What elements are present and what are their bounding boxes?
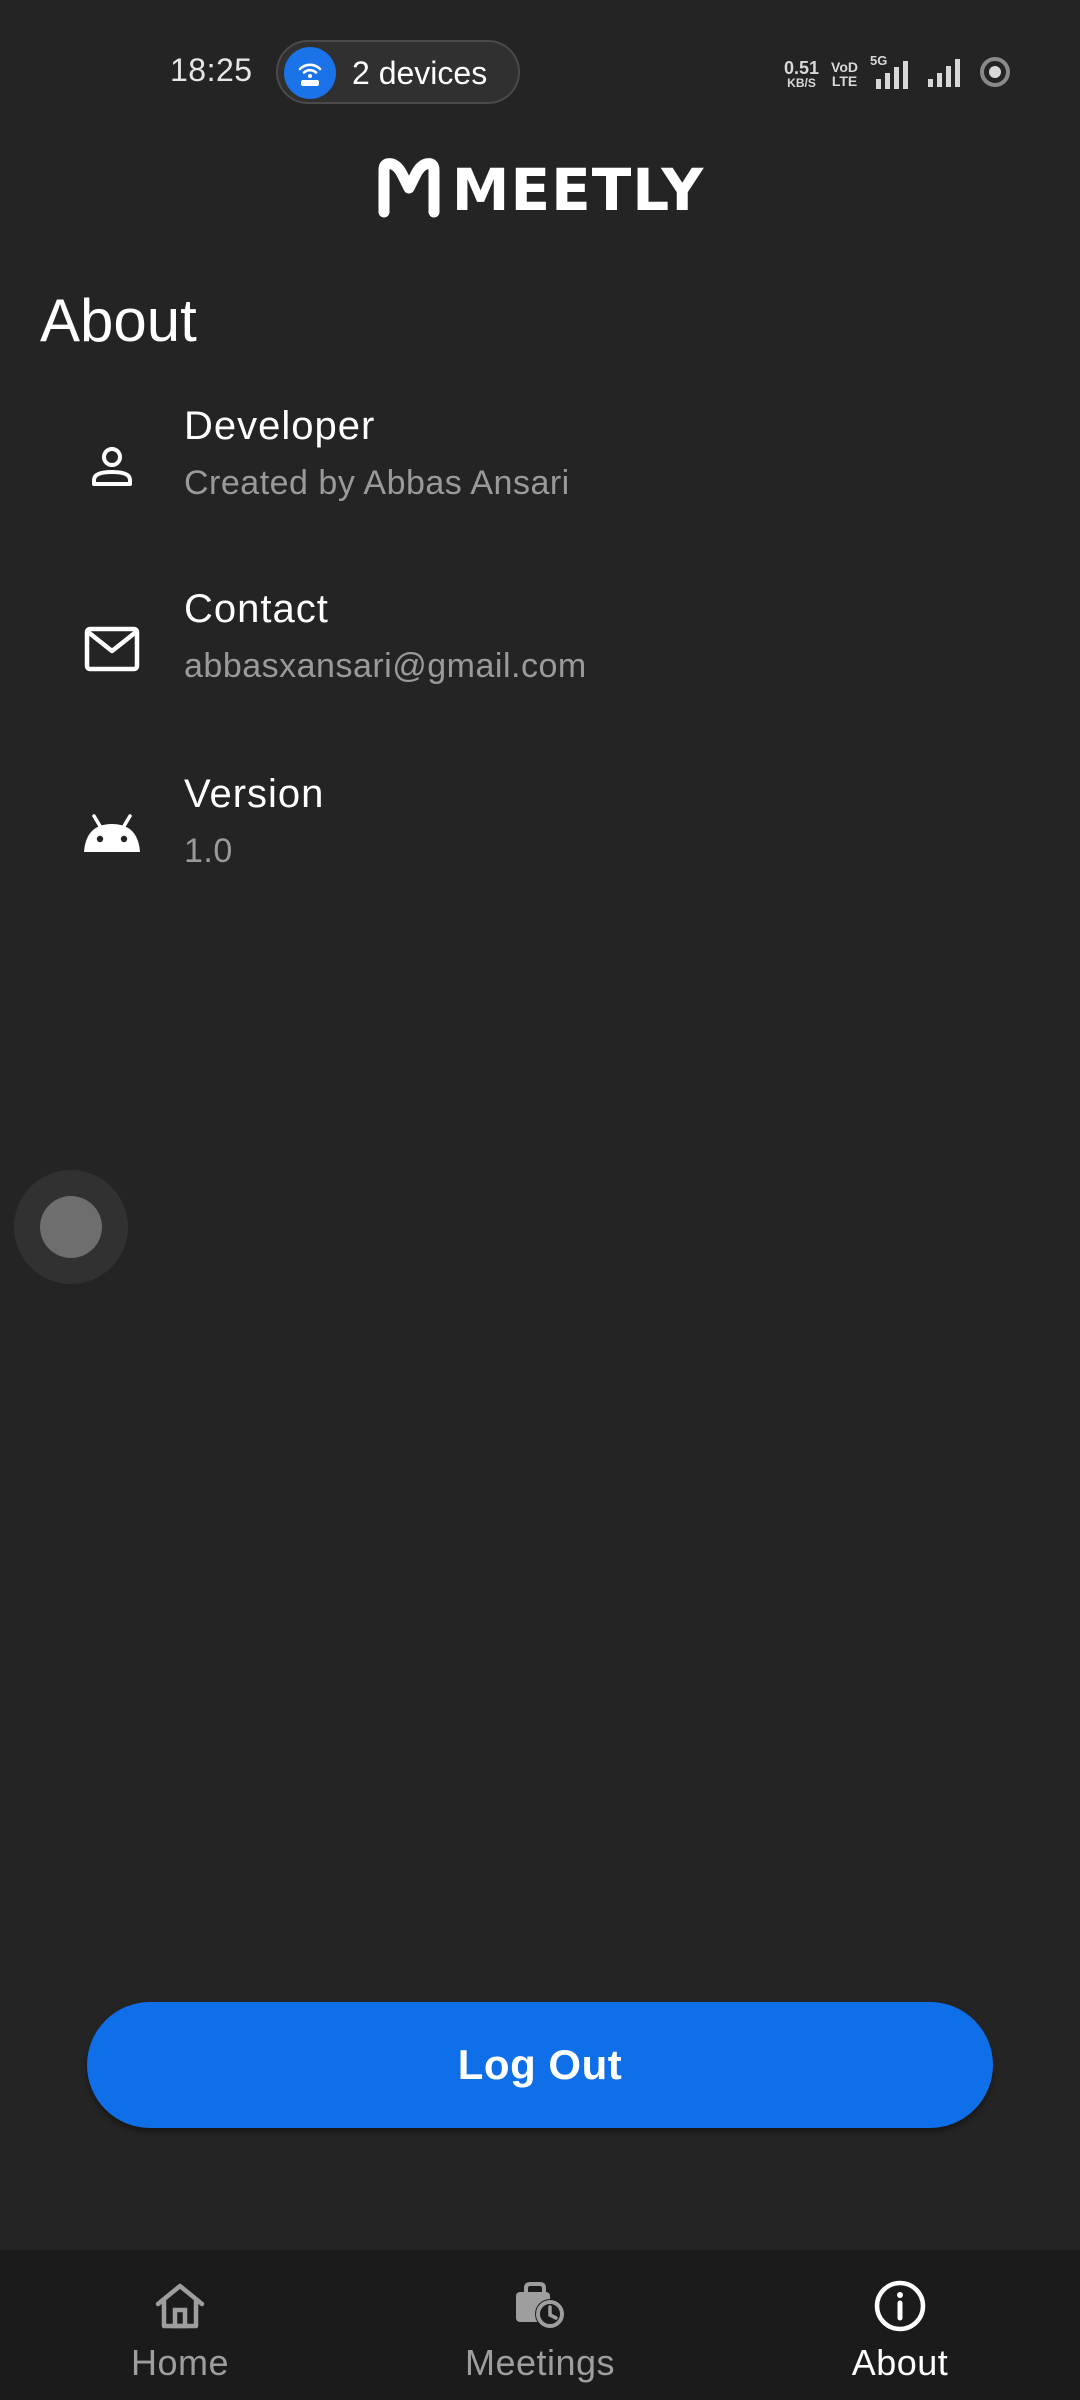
volte-indicator: VoD LTE <box>831 60 858 88</box>
item-title: Contact <box>184 587 329 631</box>
signal-5g-icon: 5G <box>870 53 914 91</box>
about-item-developer: Developer Created by Abbas Ansari <box>0 404 1080 554</box>
net-speed-value: 0.51 <box>783 58 820 78</box>
logo-text: MEETLY <box>451 156 705 224</box>
signal-icon <box>926 55 966 94</box>
meetly-logo-icon <box>376 156 442 225</box>
nav-label: Home <box>130 2342 230 2383</box>
about-item-contact[interactable]: Contact abbasxansari@gmail.com <box>0 587 1080 737</box>
info-icon <box>873 2278 927 2334</box>
net-speed: 0.51 KB/S <box>784 59 819 89</box>
home-icon <box>154 2278 206 2334</box>
about-item-version: Version 1.0 <box>0 772 1080 922</box>
status-bar: 18:25 2 devices 0.51 KB/S VoD LTE 5G <box>0 0 1080 140</box>
volte-bottom: LTE <box>831 73 858 89</box>
status-indicators: 0.51 KB/S VoD LTE 5G <box>784 53 1012 94</box>
meetings-icon <box>512 2278 568 2334</box>
devices-label: 2 devices <box>352 55 488 91</box>
item-subtitle: 1.0 <box>184 832 233 870</box>
nav-label: Meetings <box>464 2342 616 2383</box>
item-title: Version <box>184 772 325 816</box>
item-subtitle: Created by Abbas Ansari <box>184 464 570 502</box>
battery-ring-icon <box>978 55 1012 94</box>
page-title: About <box>40 287 197 354</box>
hotspot-icon <box>284 47 336 99</box>
net-speed-unit: KB/S <box>787 76 816 90</box>
app-header: MEETLY <box>0 150 1080 230</box>
nav-item-home[interactable]: Home <box>0 2250 360 2400</box>
status-time: 18:25 <box>170 52 253 88</box>
nav-label: About <box>851 2342 949 2383</box>
person-icon <box>80 434 144 498</box>
nav-item-meetings[interactable]: Meetings <box>360 2250 720 2400</box>
item-title: Developer <box>184 404 376 448</box>
about-screen: 18:25 2 devices 0.51 KB/S VoD LTE 5G MEE… <box>0 0 1080 2400</box>
mail-icon <box>80 617 144 681</box>
assistive-touch-dot <box>40 1196 102 1258</box>
item-subtitle: abbasxansari@gmail.com <box>184 647 587 685</box>
hotspot-devices-pill[interactable]: 2 devices <box>276 40 520 104</box>
volte-top: VoD <box>831 59 858 75</box>
assistive-touch-button[interactable] <box>14 1170 128 1284</box>
bottom-nav: Home Meetings About <box>0 2250 1080 2400</box>
android-icon <box>80 802 144 866</box>
nav-item-about[interactable]: About <box>720 2250 1080 2400</box>
logout-button[interactable]: Log Out <box>87 2002 993 2128</box>
